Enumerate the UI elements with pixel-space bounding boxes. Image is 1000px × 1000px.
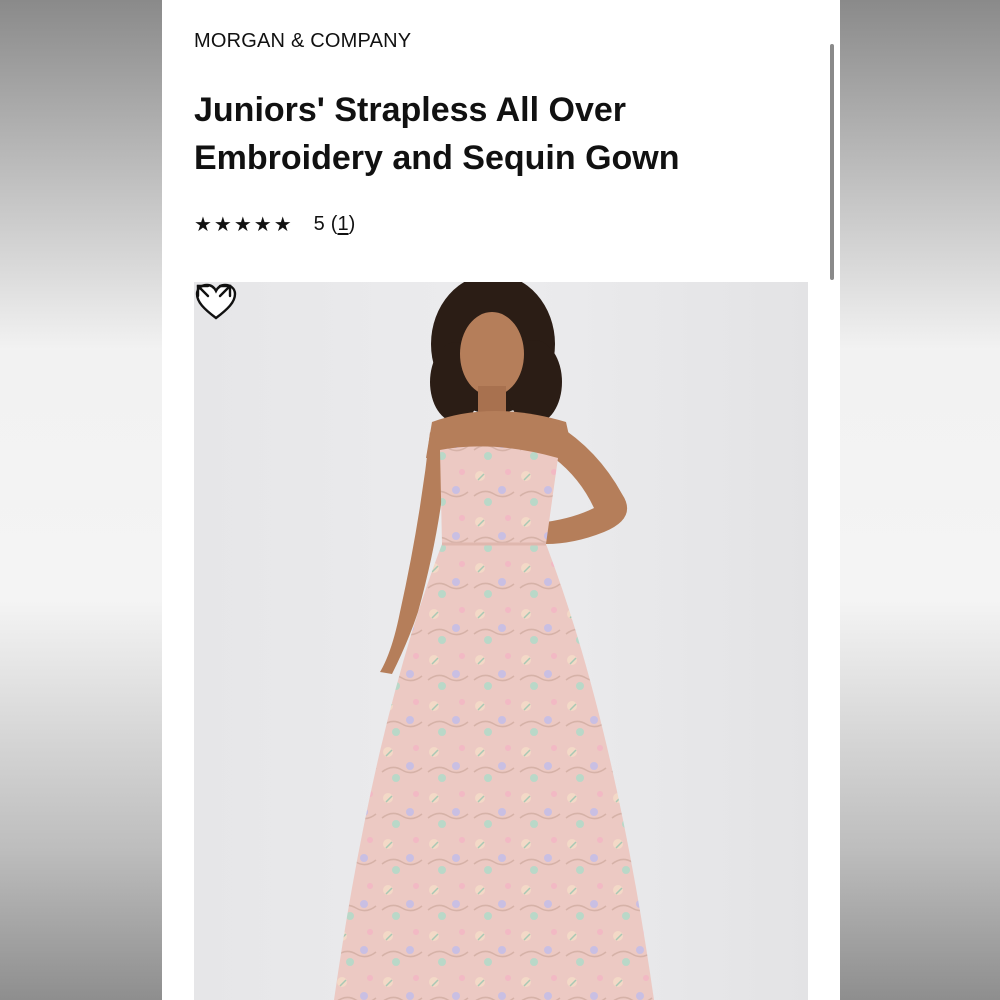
scrollbar[interactable] bbox=[830, 44, 834, 280]
review-count-link[interactable]: 1 bbox=[337, 213, 348, 235]
star-rating: ★★★★★ bbox=[194, 214, 294, 236]
left-backdrop bbox=[0, 0, 162, 1000]
right-backdrop bbox=[840, 0, 1000, 1000]
review-count[interactable]: (1) bbox=[331, 213, 355, 236]
expand-icon[interactable] bbox=[194, 282, 234, 322]
rating-summary[interactable]: ★★★★★ 5 (1) bbox=[194, 212, 355, 237]
brand-link[interactable]: MORGAN & COMPANY bbox=[194, 30, 411, 53]
product-image[interactable] bbox=[194, 282, 808, 1000]
rating-score: 5 bbox=[313, 213, 325, 235]
product-title: Juniors' Strapless All Over Embroidery a… bbox=[194, 91, 680, 177]
product-panel: MORGAN & COMPANY Juniors' Strapless All … bbox=[162, 0, 840, 1000]
model-illustration bbox=[334, 282, 654, 1000]
